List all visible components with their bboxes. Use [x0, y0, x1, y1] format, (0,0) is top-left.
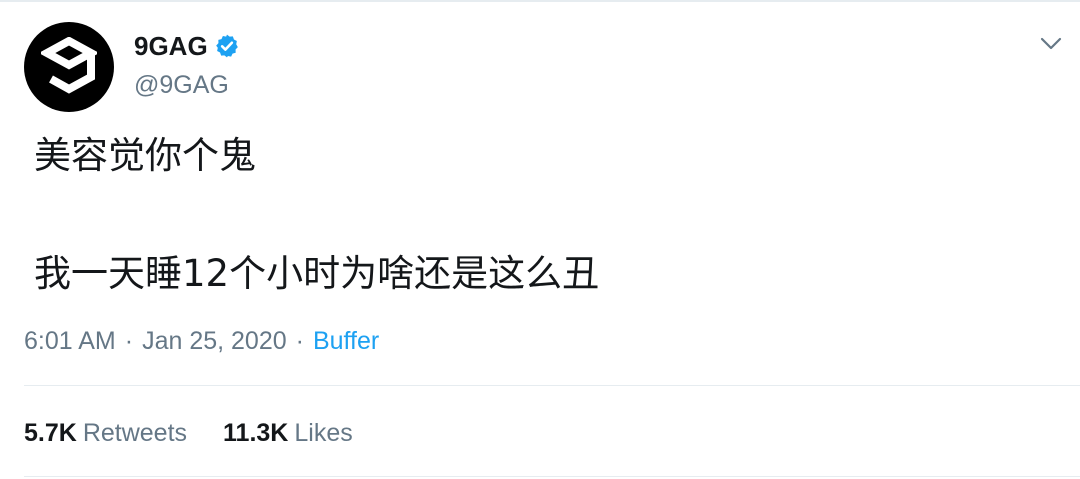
- tweet-menu-button[interactable]: [1036, 32, 1066, 56]
- retweets-count: 5.7K: [24, 419, 77, 447]
- tweet-stats: 5.7K Retweets 11.3K Likes: [24, 416, 353, 450]
- chevron-down-icon: [1040, 37, 1062, 50]
- author-handle[interactable]: @9GAG: [134, 70, 229, 100]
- likes-count: 11.3K: [223, 419, 289, 447]
- tweet-text-line-2: 我一天睡12个小时为啥还是这么丑: [34, 252, 600, 295]
- verified-badge-icon: [215, 34, 238, 58]
- tweet-time[interactable]: 6:01 AM: [24, 324, 116, 358]
- tweet-source-link[interactable]: Buffer: [313, 324, 379, 358]
- tweet-meta: 6:01 AM · Jan 25, 2020 · Buffer: [24, 324, 379, 358]
- author-name-row[interactable]: 9GAG: [134, 30, 240, 62]
- likes-stat[interactable]: 11.3K Likes: [223, 416, 353, 450]
- meta-separator: ·: [295, 327, 304, 355]
- retweets-stat[interactable]: 5.7K Retweets: [24, 416, 187, 450]
- top-divider: [0, 0, 1080, 2]
- likes-label: Likes: [294, 419, 353, 447]
- author-display-name[interactable]: 9GAG: [134, 30, 208, 62]
- stats-top-divider: [24, 385, 1080, 386]
- retweets-label: Retweets: [82, 419, 188, 447]
- tweet-date[interactable]: Jan 25, 2020: [142, 324, 287, 358]
- tweet-text-line-1: 美容觉你个鬼: [34, 134, 256, 177]
- avatar[interactable]: [24, 22, 114, 112]
- 9gag-logo-icon: [41, 37, 97, 94]
- stats-bottom-divider: [24, 476, 1080, 477]
- meta-separator: ·: [124, 327, 134, 355]
